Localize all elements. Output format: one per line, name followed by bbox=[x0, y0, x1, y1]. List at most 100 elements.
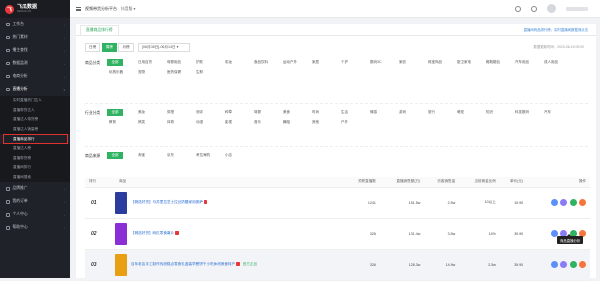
sidebar-item[interactable]: 个人中心 › bbox=[0, 208, 70, 221]
video-icon[interactable] bbox=[569, 199, 577, 206]
filter-chip[interactable]: 彩妆 bbox=[223, 59, 252, 66]
analysis-icon[interactable] bbox=[560, 261, 567, 268]
filter-chip[interactable]: 个护 bbox=[339, 59, 368, 66]
filter-chip[interactable]: 体育 bbox=[165, 119, 194, 126]
sidebar-subitem[interactable]: 直播带货达人 bbox=[0, 105, 70, 116]
filter-chip[interactable]: 成人用品 bbox=[542, 59, 571, 66]
date-button[interactable]: 周榜 bbox=[101, 43, 117, 52]
filter-chip[interactable]: 知识 bbox=[484, 109, 513, 116]
filter-chip[interactable]: 日用百货 bbox=[136, 59, 165, 66]
sidebar-subitem[interactable]: 实时直播热门达人 bbox=[0, 96, 70, 106]
sidebar-item[interactable]: 数据监测 › bbox=[0, 57, 70, 70]
filter-chip[interactable]: 动漫 bbox=[194, 119, 223, 126]
filter-chip[interactable]: 考拉海购 bbox=[194, 152, 223, 159]
sidebar-item[interactable]: 品牌推广 › bbox=[0, 182, 70, 195]
filter-chip[interactable]: 医药保健 bbox=[165, 69, 194, 76]
filter-chip[interactable]: 搞笑 bbox=[136, 119, 165, 126]
date-button[interactable]: 日榜 bbox=[85, 43, 101, 52]
sidebar-subitem[interactable]: 直播带货榜 bbox=[0, 153, 70, 164]
product-cell: 【精选好货】网红零食薯片 bbox=[115, 218, 345, 250]
sidebar-item[interactable]: 热门素材 › bbox=[0, 31, 70, 44]
filter-chip[interactable]: 宠物 bbox=[136, 69, 165, 76]
detail-icon[interactable] bbox=[550, 199, 558, 206]
avatar[interactable] bbox=[547, 4, 556, 13]
sidebar-subitem[interactable]: 直播商品排行 bbox=[3, 134, 68, 144]
filter-chip[interactable]: 家纺 bbox=[397, 59, 426, 66]
filter-chip[interactable]: 家居 bbox=[310, 59, 339, 66]
filter-chip[interactable]: 美食 bbox=[281, 109, 310, 116]
filter-chip[interactable]: 户外 bbox=[339, 119, 368, 126]
analysis-icon[interactable] bbox=[560, 199, 567, 206]
filter-chip[interactable]: 母婴用品 bbox=[165, 59, 194, 66]
product-thumbnail[interactable] bbox=[115, 253, 127, 276]
filter-chip[interactable]: 情感 bbox=[368, 109, 397, 116]
filter-chip[interactable]: 运动户外 bbox=[281, 59, 310, 66]
filter-chip[interactable]: 影视 bbox=[223, 119, 252, 126]
filter-chip[interactable]: 鞋靴箱包 bbox=[484, 59, 513, 66]
table-row[interactable]: 03 百年老店手工制作传统糕点零食礼盒装早餐饼干小吃休闲美食特产 官方正品 326 12… bbox=[85, 249, 590, 281]
filter-chip[interactable]: 萌宠 bbox=[455, 109, 484, 116]
sidebar-item[interactable]: 我的订单 › bbox=[0, 195, 70, 208]
live-analysis-icon[interactable] bbox=[579, 199, 586, 206]
sidebar-item[interactable]: 直播分析 ▾ bbox=[0, 83, 70, 96]
filter-chip[interactable]: 食品饮料 bbox=[252, 59, 281, 66]
platform-switch[interactable]: 抖音版 ▾ bbox=[121, 6, 135, 12]
filter-chip[interactable]: 汽车 bbox=[542, 109, 571, 116]
menu-icon[interactable] bbox=[76, 6, 81, 11]
filter-chip[interactable]: 淘宝 bbox=[136, 152, 165, 159]
notification-icon[interactable] bbox=[531, 5, 537, 12]
username[interactable] bbox=[566, 6, 588, 11]
video-icon[interactable] bbox=[569, 261, 577, 268]
filter-chip[interactable]: 其他 bbox=[310, 119, 339, 126]
filter-chip[interactable]: 玩具乐器 bbox=[107, 69, 136, 76]
filter-chip[interactable]: 游戏 bbox=[397, 109, 426, 116]
filter-chip[interactable]: 汽车用品 bbox=[513, 59, 542, 66]
filter-chip[interactable]: 时尚 bbox=[310, 109, 339, 116]
filter-chip[interactable]: 数码3C bbox=[368, 59, 397, 66]
date-button[interactable]: 月榜 bbox=[118, 43, 134, 52]
headset-icon[interactable] bbox=[515, 5, 521, 12]
product-thumbnail[interactable] bbox=[115, 222, 127, 245]
product-name[interactable]: 百年老店手工制作传统糕点零食礼盒装早餐饼干小吃休闲美食特产 bbox=[131, 262, 235, 266]
filter-chip[interactable]: 穿搭 bbox=[165, 109, 194, 116]
filter-chip[interactable]: 生鲜 bbox=[194, 69, 223, 76]
filter-chip[interactable]: 全部 bbox=[107, 152, 123, 159]
filter-chip[interactable]: 美妆 bbox=[136, 109, 165, 116]
filter-chip[interactable]: 种草 bbox=[223, 109, 252, 116]
sidebar-subitem[interactable]: 直播达人带货榜 bbox=[0, 115, 70, 125]
filter-chip[interactable]: 珠宝饰品 bbox=[426, 59, 455, 66]
product-name[interactable]: 【精选好货】网红零食薯片 bbox=[131, 231, 174, 235]
table-row[interactable]: 01 【精选好货】马苏里拉芝士拉丝奶酪家用披萨 1241 151.5w 2.5w 10以上… bbox=[85, 187, 590, 219]
filter-chip[interactable]: 全部 bbox=[107, 109, 123, 116]
filter-chip[interactable]: 全部 bbox=[107, 59, 123, 66]
filter-chip[interactable]: 护肤 bbox=[194, 59, 223, 66]
filter-chip[interactable]: 音乐 bbox=[252, 119, 281, 126]
sidebar-item[interactable]: 播主查找 › bbox=[0, 44, 70, 57]
date-range-picker[interactable]: [06月08日]-06月14日 ▾ bbox=[138, 43, 191, 52]
sidebar-item[interactable]: 电商分析 › bbox=[0, 70, 70, 83]
filter-chip[interactable]: 厨卫家电 bbox=[455, 59, 484, 66]
sidebar-item[interactable]: 帮助中心 › bbox=[0, 221, 70, 234]
filter-chip[interactable]: 小店 bbox=[223, 152, 252, 159]
filter-chip[interactable]: 教育 bbox=[107, 119, 136, 126]
sidebar-subitem[interactable]: 直播达人榜 bbox=[0, 143, 70, 154]
detail-icon[interactable] bbox=[550, 261, 558, 268]
sidebar-item[interactable]: 工作台 › bbox=[0, 18, 70, 31]
filter-chip[interactable]: 测评 bbox=[194, 109, 223, 116]
logo[interactable]: 飞 飞瓜数据 FEIGUA.CN bbox=[0, 0, 70, 18]
filter-chip[interactable]: 生活 bbox=[339, 109, 368, 116]
filter-chip[interactable]: 旅行 bbox=[426, 109, 455, 116]
filter-chip[interactable]: 母婴 bbox=[252, 109, 281, 116]
sidebar-subitem[interactable]: 直播间排行 bbox=[0, 163, 70, 173]
product-name[interactable]: 【精选好货】马苏里拉芝士拉丝奶酪家用披萨 bbox=[131, 200, 203, 204]
sidebar-subitem[interactable]: 直播间搜索 bbox=[0, 172, 70, 183]
product-thumbnail[interactable] bbox=[115, 191, 127, 214]
notice-link[interactable]: 直播间商品排行榜，实时直播间数据请点击 bbox=[524, 27, 588, 32]
filter-chip[interactable]: 科技数码 bbox=[513, 109, 542, 116]
filter-chip[interactable]: 舞蹈 bbox=[281, 119, 310, 126]
table-row[interactable]: 02 【精选好货】网红零食薯片 326 131.4w 3.5w 14% 39.90 bbox=[85, 218, 590, 250]
live-analysis-icon[interactable] bbox=[579, 261, 586, 268]
filter-chip[interactable]: 京东 bbox=[165, 152, 194, 159]
sidebar-subitem[interactable]: 直播达人销量榜 bbox=[0, 124, 70, 135]
tab-live-product-ranking[interactable]: 直播商品排行榜 bbox=[80, 25, 119, 35]
